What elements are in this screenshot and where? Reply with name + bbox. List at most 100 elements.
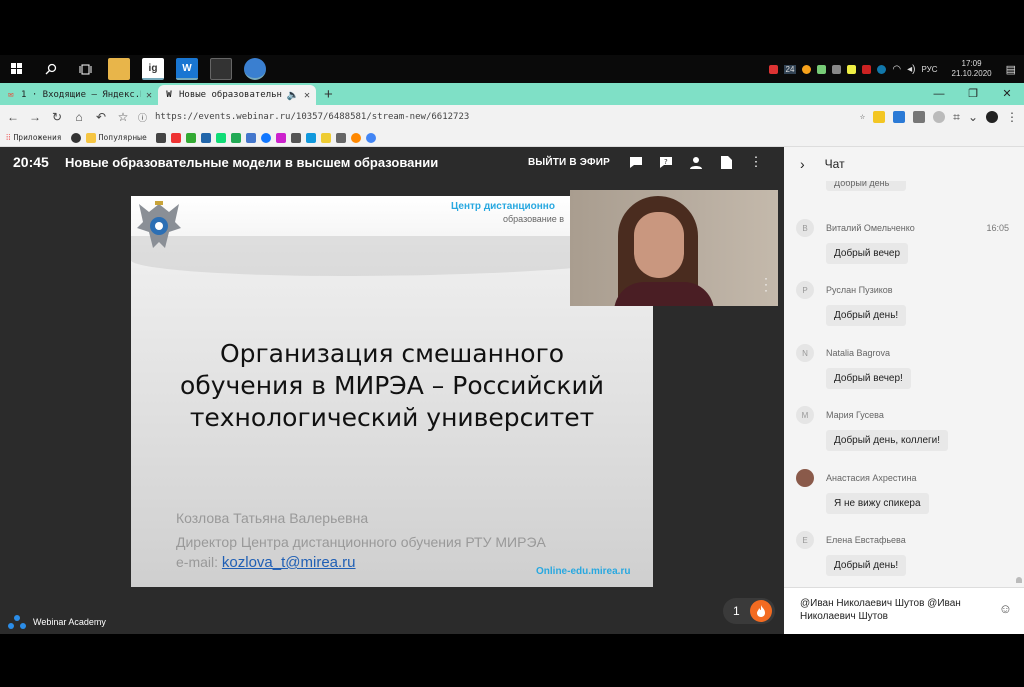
participants-icon[interactable]	[688, 154, 704, 170]
reload-icon[interactable]: ↻	[50, 110, 64, 124]
notifications-icon[interactable]: ▤	[1006, 63, 1016, 76]
url-field[interactable]: ⓘ https://events.webinar.ru/10357/648858…	[138, 108, 866, 126]
svg-text:?: ?	[664, 158, 668, 166]
tray-gray-icon[interactable]	[832, 64, 842, 74]
close-tab-icon[interactable]: ✕	[146, 90, 152, 101]
tray-green-icon[interactable]	[817, 64, 827, 74]
star-icon[interactable]: ☆	[860, 112, 865, 122]
wifi-icon[interactable]: ◠	[892, 64, 901, 75]
topbar-actions: ВЫЙТИ В ЭФИР ? ⋮	[528, 154, 784, 170]
task-view-icon[interactable]	[68, 55, 102, 83]
chat-message: Е Елена Евстафьева Добрый день!	[796, 531, 1021, 576]
extension-icon[interactable]	[893, 111, 906, 123]
bookmark-apps[interactable]: ⁞⁞ Приложения	[6, 133, 62, 142]
video-more-icon[interactable]: · · ·	[764, 272, 768, 296]
extension-icon[interactable]	[873, 111, 886, 123]
bookmark-star-icon[interactable]: ☆	[116, 110, 130, 124]
email-link[interactable]: kozlova_t@mirea.ru	[222, 554, 356, 571]
bookmark-icon[interactable]	[70, 132, 81, 143]
message-text: Добрый день!	[826, 305, 907, 326]
chevron-down-icon[interactable]: ⌄	[968, 110, 978, 124]
tray-red-icon[interactable]	[862, 64, 872, 74]
chat-message: В Виталий Омельченко 16:05 Добрый вечер	[796, 219, 1021, 264]
media-app-icon[interactable]	[210, 58, 232, 80]
bookmark-popular[interactable]: Популярные	[85, 132, 147, 143]
google-icon[interactable]	[365, 132, 376, 143]
bookmark-icon[interactable]	[245, 132, 256, 143]
ig-app-icon[interactable]: ig	[142, 58, 164, 80]
tray-orange-icon[interactable]	[802, 64, 812, 74]
maximize-icon[interactable]: ❐	[956, 83, 990, 105]
menu-kebab-icon[interactable]: ⋮	[1006, 110, 1018, 124]
mirea-emblem-icon	[137, 201, 181, 248]
bookmark-icon[interactable]	[290, 132, 301, 143]
question-icon[interactable]: ?	[658, 154, 674, 170]
url-text: https://events.webinar.ru/10357/6488581/…	[155, 112, 470, 122]
bookmark-icon[interactable]	[215, 132, 226, 143]
go-on-air-button[interactable]: ВЫЙТИ В ЭФИР	[528, 157, 610, 168]
chat-bubble-icon[interactable]	[628, 154, 644, 170]
undo-icon[interactable]: ↶	[94, 110, 108, 124]
extension-icon[interactable]	[933, 111, 946, 123]
slide-title-line: обучения в МИРЭА – Российский	[180, 371, 604, 400]
windows-start-icon[interactable]	[0, 55, 34, 83]
chat-message: М Мария Гусева Добрый день, коллеги!	[796, 406, 1021, 451]
close-tab-icon[interactable]: ✕	[304, 90, 310, 101]
file-explorer-icon[interactable]	[108, 58, 130, 80]
speaker-video[interactable]: · · ·	[570, 190, 778, 306]
extension-icon[interactable]	[913, 111, 926, 123]
new-tab-button[interactable]: +	[316, 85, 341, 105]
chat-message: Р Руслан Пузиков Добрый день!	[796, 281, 1021, 326]
brand-name: Webinar Academy	[33, 617, 106, 627]
message-text: Добрый день!	[826, 555, 907, 576]
bookmark-icon[interactable]	[155, 132, 166, 143]
bookmark-icon[interactable]	[260, 132, 271, 143]
webinar-logo-icon	[8, 615, 26, 629]
folder-icon	[85, 132, 96, 143]
bookmark-icon[interactable]	[335, 132, 346, 143]
reaction-button[interactable]: 1	[723, 598, 775, 624]
home-icon[interactable]: ⌂	[72, 110, 86, 124]
bookmark-icon[interactable]	[200, 132, 211, 143]
speaker-body	[614, 282, 714, 306]
tray-shield-icon[interactable]	[847, 64, 857, 74]
keyboard-language[interactable]: РУС	[922, 65, 938, 74]
word-app-icon[interactable]: W	[176, 58, 198, 80]
tab-yandex-mail[interactable]: ✉ 1 · Входящие — Яндекс.По ✕	[0, 85, 158, 105]
chat-message: N Natalia Bagrova Добрый вечер!	[796, 344, 1021, 389]
collapse-chat-icon[interactable]: ›	[800, 156, 805, 172]
bookmark-icon[interactable]	[320, 132, 331, 143]
bookmark-icon[interactable]	[305, 132, 316, 143]
site-info-icon[interactable]: ⓘ	[138, 111, 147, 124]
clock[interactable]: 17:09 21.10.2020	[952, 59, 992, 79]
volume-icon[interactable]: ◂)	[907, 64, 915, 75]
center-name: Центр дистанционно	[451, 201, 555, 212]
crop-icon[interactable]: ⌗	[953, 110, 960, 125]
emoji-icon[interactable]: ☺	[999, 602, 1012, 615]
bookmark-icon[interactable]	[350, 132, 361, 143]
tray-app-icon[interactable]	[768, 64, 778, 74]
chrome-app-icon[interactable]	[244, 58, 266, 80]
tray-counter[interactable]: 24	[783, 64, 797, 74]
avatar: N	[796, 344, 814, 362]
bookmark-icon[interactable]	[170, 132, 181, 143]
document-icon[interactable]	[718, 154, 734, 170]
window-controls: — ❐ ✕	[922, 83, 1024, 105]
bookmark-icon[interactable]	[230, 132, 241, 143]
profile-avatar[interactable]	[986, 111, 998, 123]
chat-messages[interactable]: Добрый день В Виталий Омельченко 16:05 Доб…	[784, 181, 1024, 583]
tab-webinar[interactable]: W Новые образовательные 🔈 ✕	[158, 85, 316, 105]
search-icon[interactable]	[34, 55, 68, 83]
forward-icon[interactable]: →	[28, 110, 42, 124]
minimize-icon[interactable]: —	[922, 83, 956, 105]
chat-scrollbar[interactable]	[1016, 577, 1022, 583]
more-vertical-icon[interactable]: ⋮	[748, 154, 764, 170]
tray-blue-icon[interactable]	[877, 64, 887, 74]
chat-input[interactable]: @Иван Николаевич Шутов @Иван Николаевич …	[784, 587, 1024, 634]
close-window-icon[interactable]: ✕	[990, 83, 1024, 105]
bookmark-icon[interactable]	[275, 132, 286, 143]
back-icon[interactable]: ←	[6, 110, 20, 124]
event-timer: 20:45	[13, 154, 49, 170]
speaker-icon[interactable]: 🔈	[287, 90, 299, 101]
bookmark-icon[interactable]	[185, 132, 196, 143]
